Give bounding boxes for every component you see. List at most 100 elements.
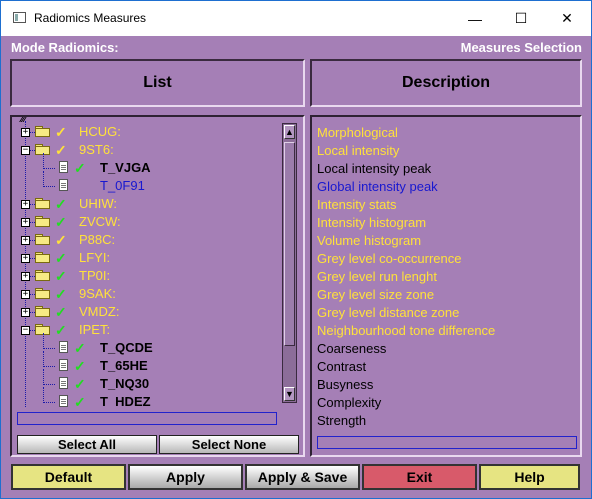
folder-icon: [35, 252, 50, 263]
tree-folder-row[interactable]: − ✓ 9ST6:: [12, 141, 282, 159]
tree-folder-label: 9SAK:: [79, 286, 116, 301]
tree-item-label: T_NQ30: [100, 376, 150, 391]
checkmark-icon[interactable]: ✓: [55, 321, 67, 339]
checkmark-icon[interactable]: ✓: [55, 231, 67, 249]
expand-toggle-icon[interactable]: +: [21, 236, 30, 245]
tree-folder-label: ZVCW:: [79, 214, 121, 229]
checkmark-icon[interactable]: ✓: [55, 213, 67, 231]
tree-item-row[interactable]: ✓ T_VJGA: [12, 153, 282, 177]
collapse-toggle-icon[interactable]: −: [21, 146, 30, 155]
document-icon: [59, 395, 68, 407]
tree-folder-row[interactable]: − ✓ IPET:: [12, 321, 282, 339]
document-icon: [59, 359, 68, 371]
apply-save-button[interactable]: Apply & Save: [245, 464, 360, 490]
folder-icon: [35, 198, 50, 209]
description-item: Busyness: [317, 377, 374, 392]
tree-item-row[interactable]: ✓ T_HDEZ: [12, 387, 282, 407]
checkmark-icon[interactable]: ✓: [55, 141, 67, 159]
measures-selection-label: Measures Selection: [460, 40, 582, 55]
tree-folder-label: UHIW:: [79, 196, 118, 211]
tree-item-row[interactable]: ✓ T_65HE: [12, 351, 282, 375]
title-bar[interactable]: Radiomics Measures — ☐ ✕: [1, 1, 591, 36]
tree-folder-row[interactable]: + ✓ UHIW:: [12, 195, 282, 213]
description-item: Grey level size zone: [317, 287, 435, 302]
document-icon: [59, 161, 68, 173]
description-item: Grey level co-occurrence: [317, 251, 462, 266]
exit-button[interactable]: Exit: [362, 464, 477, 490]
content-area: Mode Radiomics: Measures Selection List …: [1, 36, 591, 498]
checkmark-icon[interactable]: ✓: [74, 375, 86, 393]
tree-folder-row[interactable]: + ✓ 9SAK:: [12, 285, 282, 303]
tree-folder-label: HCUG:: [79, 124, 121, 139]
tree-scrollbar[interactable]: ▲ ▼: [282, 123, 297, 403]
folder-icon: [35, 306, 50, 317]
apply-button[interactable]: Apply: [128, 464, 243, 490]
expand-toggle-icon[interactable]: +: [21, 200, 30, 209]
checkmark-icon[interactable]: ✓: [74, 393, 86, 407]
select-all-button[interactable]: Select All: [17, 435, 157, 454]
expand-toggle-icon[interactable]: +: [21, 254, 30, 263]
folder-icon: [35, 234, 50, 245]
help-button[interactable]: Help: [479, 464, 580, 490]
scroll-thumb[interactable]: [284, 142, 295, 346]
tree-item-row[interactable]: ✓ T_NQ30: [12, 369, 282, 393]
tree-connector: [43, 348, 55, 349]
scroll-up-button[interactable]: ▲: [284, 125, 295, 139]
checkmark-icon[interactable]: ✓: [74, 159, 86, 177]
description-item: Coarseness: [317, 341, 387, 356]
description-search-field[interactable]: [317, 436, 577, 449]
description-item: Local intensity peak: [317, 161, 432, 176]
tree-folder-label: IPET:: [79, 322, 111, 337]
description-item: Grey level run lenght: [317, 269, 437, 284]
radiomics-window: Radiomics Measures — ☐ ✕ Mode Radiomics:…: [0, 0, 592, 499]
description-item: Intensity stats: [317, 197, 397, 212]
checkmark-icon[interactable]: ✓: [74, 357, 86, 375]
tree-folder-row[interactable]: + ✓ VMDZ:: [12, 303, 282, 321]
close-button[interactable]: ✕: [544, 1, 590, 36]
select-none-button[interactable]: Select None: [159, 435, 299, 454]
minimize-button[interactable]: —: [452, 1, 498, 36]
list-header: List: [10, 59, 305, 107]
checkmark-icon[interactable]: ✓: [74, 339, 86, 357]
tree-folder-row[interactable]: + ✓ TP0I:: [12, 267, 282, 285]
list-search-field[interactable]: [17, 412, 277, 425]
checkmark-icon[interactable]: ✓: [55, 267, 67, 285]
tree-item-label: T_HDEZ: [100, 394, 151, 407]
expand-toggle-icon[interactable]: +: [21, 128, 30, 137]
checkmark-icon[interactable]: ✓: [55, 303, 67, 321]
scroll-down-button[interactable]: ▼: [284, 387, 295, 401]
checkmark-icon[interactable]: ✓: [55, 123, 67, 141]
checkmark-icon[interactable]: ✓: [55, 249, 67, 267]
document-icon: [59, 377, 68, 389]
expand-toggle-icon[interactable]: +: [21, 308, 30, 317]
tree-folder-label: TP0I:: [79, 268, 111, 283]
description-item: Volume histogram: [317, 233, 422, 248]
default-button[interactable]: Default: [11, 464, 126, 490]
description-panel: Morphological Local intensity Local intens…: [310, 115, 582, 457]
tree-branch-line: [43, 153, 44, 169]
checkmark-icon[interactable]: ✓: [55, 285, 67, 303]
collapse-toggle-icon[interactable]: −: [21, 326, 30, 335]
tree-folder-row[interactable]: + ✓ HCUG:: [12, 123, 282, 141]
tree-branch-line: [43, 351, 44, 367]
tree-item-row[interactable]: T_0F91: [12, 171, 282, 195]
tree-branch-line: [43, 387, 44, 403]
expand-toggle-icon[interactable]: +: [21, 290, 30, 299]
tree-folder-row[interactable]: + ✓ LFYI:: [12, 249, 282, 267]
description-item: Morphological: [317, 125, 398, 140]
measure-tree[interactable]: ⁄⁄⁄ + ✓ HCUG: − ✓ 9ST6: ✓ T_VJGA T_0F91 + ✓ UHIW: + ✓…: [12, 117, 282, 407]
description-item: Local intensity: [317, 143, 400, 158]
maximize-button[interactable]: ☐: [498, 1, 544, 36]
tree-connector: [43, 402, 55, 403]
tree-item-row[interactable]: ✓ T_QCDE: [12, 333, 282, 357]
tree-folder-row[interactable]: + ✓ P88C:: [12, 231, 282, 249]
description-item: Grey level distance zone: [317, 305, 460, 320]
description-item: Global intensity peak: [317, 179, 438, 194]
tree-folder-row[interactable]: + ✓ ZVCW:: [12, 213, 282, 231]
tree-item-label: T_VJGA: [100, 160, 151, 175]
tree-branch-line: [43, 369, 44, 385]
folder-icon: [35, 270, 50, 281]
checkmark-icon[interactable]: ✓: [55, 195, 67, 213]
expand-toggle-icon[interactable]: +: [21, 218, 30, 227]
expand-toggle-icon[interactable]: +: [21, 272, 30, 281]
